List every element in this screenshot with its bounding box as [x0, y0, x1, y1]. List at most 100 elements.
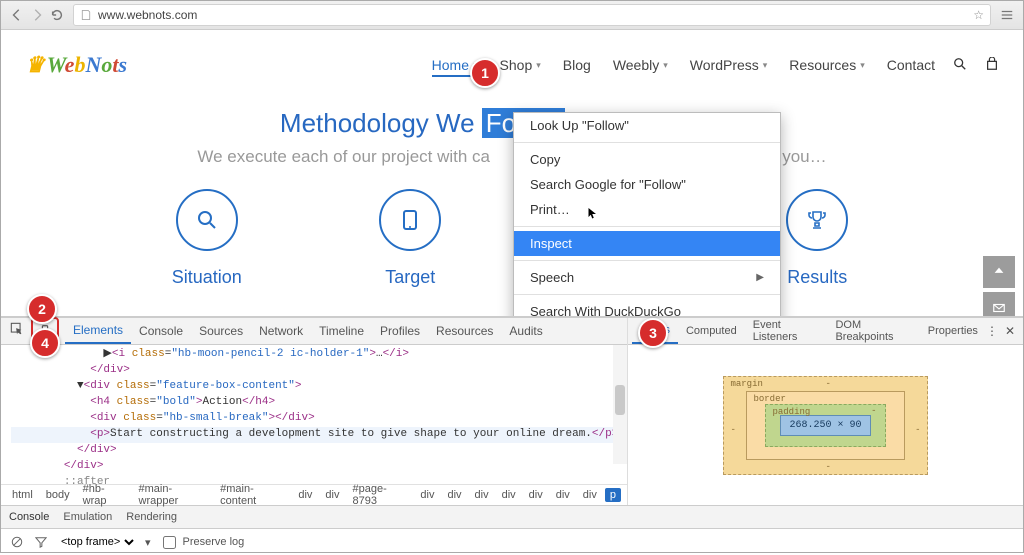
- nav-label: Home: [432, 57, 469, 73]
- crumb-item[interactable]: html: [7, 488, 38, 502]
- nav-item[interactable]: Resources▾: [789, 53, 864, 77]
- scrollbar[interactable]: [613, 345, 627, 464]
- context-menu-item[interactable]: Print…: [514, 197, 780, 222]
- forward-icon[interactable]: [27, 4, 47, 26]
- annotation-badge-4: 4: [30, 328, 60, 358]
- devtools-tab[interactable]: Network: [251, 318, 311, 344]
- context-menu-item[interactable]: Speech▶: [514, 265, 780, 290]
- crumb-item[interactable]: div: [551, 488, 575, 502]
- address-bar[interactable]: www.webnots.com ☆: [73, 4, 991, 26]
- styles-tab[interactable]: Properties: [920, 318, 986, 344]
- dom-node[interactable]: <p>Start constructing a development site…: [11, 427, 627, 443]
- feature-label: Target: [309, 267, 513, 288]
- devtools-tab[interactable]: Profiles: [372, 318, 428, 344]
- nav-item[interactable]: Weebly▾: [613, 53, 668, 77]
- search-icon: [176, 189, 238, 251]
- drawer-tab[interactable]: Emulation: [63, 511, 112, 523]
- bag-icon[interactable]: [985, 57, 999, 74]
- dom-node[interactable]: ▶<i class="hb-moon-pencil-2 ic-holder-1"…: [11, 347, 627, 363]
- preserve-log-checkbox[interactable]: Preserve log: [159, 533, 245, 552]
- feature-box[interactable]: Situation: [105, 189, 309, 288]
- nav-label: Weebly: [613, 57, 659, 73]
- crumb-item[interactable]: div: [470, 488, 494, 502]
- devtools-tab[interactable]: Timeline: [311, 318, 372, 344]
- devtools-tab[interactable]: Console: [131, 318, 191, 344]
- dom-node[interactable]: <div class="hb-small-break"></div>: [11, 411, 627, 427]
- breadcrumb[interactable]: htmlbody#hb-wrap#main-wrapper#main-conte…: [1, 484, 627, 505]
- context-menu-item[interactable]: Inspect: [514, 231, 780, 256]
- annotation-badge-2: 2: [27, 294, 57, 324]
- crumb-item[interactable]: #page-8793: [347, 482, 412, 508]
- context-menu-item[interactable]: Copy: [514, 147, 780, 172]
- crumb-item[interactable]: div: [524, 488, 548, 502]
- crumb-item[interactable]: div: [578, 488, 602, 502]
- browser-toolbar: www.webnots.com ☆: [1, 1, 1023, 30]
- devtools-tab[interactable]: Resources: [428, 318, 501, 344]
- crumb-item[interactable]: div: [320, 488, 344, 502]
- devtools-tab[interactable]: Sources: [191, 318, 251, 344]
- mail-button[interactable]: [983, 292, 1015, 317]
- hero-section: Methodology We Follow in Our Projects We…: [25, 108, 999, 167]
- dom-node[interactable]: </div>: [11, 459, 627, 475]
- inspect-icon[interactable]: [5, 317, 29, 341]
- crumb-item[interactable]: div: [415, 488, 439, 502]
- drawer-tab[interactable]: Rendering: [126, 511, 177, 523]
- tablet-icon: [379, 189, 441, 251]
- crumb-item[interactable]: body: [41, 488, 75, 502]
- filter-icon[interactable]: [33, 534, 49, 550]
- nav-item[interactable]: Contact: [887, 53, 935, 77]
- clear-console-icon[interactable]: [9, 534, 25, 550]
- star-icon[interactable]: ☆: [973, 8, 984, 22]
- chevron-down-icon: ▾: [536, 60, 541, 71]
- crumb-item[interactable]: #main-content: [215, 482, 290, 508]
- dom-tree[interactable]: ▶<i class="hb-moon-pencil-2 ic-holder-1"…: [1, 345, 627, 484]
- nav-item[interactable]: Blog: [563, 53, 591, 77]
- crumb-item[interactable]: div: [293, 488, 317, 502]
- devtools-tab[interactable]: Elements: [65, 318, 131, 344]
- dom-node[interactable]: <h4 class="bold">Action</h4>: [11, 395, 627, 411]
- dom-node[interactable]: </div>: [11, 443, 627, 459]
- cursor-icon: [587, 208, 599, 224]
- drawer-tab[interactable]: Console: [9, 511, 49, 523]
- devtools-tab[interactable]: Audits: [501, 318, 550, 344]
- crumb-item[interactable]: p: [605, 488, 621, 502]
- crumb-item[interactable]: div: [442, 488, 466, 502]
- styles-tab[interactable]: Event Listeners: [745, 318, 828, 344]
- chevron-down-icon: ▾: [763, 60, 768, 71]
- search-icon[interactable]: [953, 57, 967, 74]
- context-menu-item[interactable]: Search With DuckDuckGo: [514, 299, 780, 317]
- crumb-item[interactable]: #hb-wrap: [78, 482, 131, 508]
- url-text: www.webnots.com: [98, 8, 197, 22]
- menu-icon[interactable]: [997, 4, 1017, 26]
- site-logo[interactable]: ♛ WebNots: [25, 52, 127, 78]
- crown-icon: ♛: [25, 52, 45, 78]
- kebab-icon[interactable]: ⋮: [986, 324, 999, 338]
- chevron-right-icon: ▶: [756, 272, 764, 283]
- chevron-down-icon: ▾: [860, 60, 865, 71]
- close-devtools-icon[interactable]: ✕: [1005, 324, 1015, 338]
- reload-icon[interactable]: [47, 4, 67, 26]
- crumb-item[interactable]: div: [497, 488, 521, 502]
- crumb-item[interactable]: #main-wrapper: [134, 482, 213, 508]
- feature-box[interactable]: Target: [309, 189, 513, 288]
- nav-label: WordPress: [690, 57, 759, 73]
- frame-select[interactable]: <top frame>: [57, 535, 137, 549]
- nav-item[interactable]: Shop▾: [500, 53, 541, 77]
- styles-tab[interactable]: Computed: [678, 318, 745, 344]
- context-menu-item[interactable]: Search Google for "Follow": [514, 172, 780, 197]
- context-menu[interactable]: Look Up "Follow" CopySearch Google for "F…: [513, 112, 781, 317]
- styles-tab[interactable]: DOM Breakpoints: [827, 318, 919, 344]
- dom-node[interactable]: ▼<div class="feature-box-content">: [11, 379, 627, 395]
- annotation-badge-1: 1: [470, 58, 500, 88]
- feature-row: SituationTargetActiResults: [105, 189, 919, 288]
- dom-node[interactable]: ::after: [11, 475, 627, 485]
- back-icon[interactable]: [7, 4, 27, 26]
- feature-label: Situation: [105, 267, 309, 288]
- context-menu-item[interactable]: Look Up "Follow": [514, 113, 780, 138]
- nav-label: Contact: [887, 57, 935, 73]
- nav-item[interactable]: WordPress ▾: [690, 53, 768, 77]
- dom-node[interactable]: </div>: [11, 363, 627, 379]
- box-model: margin - - - - border padding- 268.250 ×…: [723, 376, 927, 475]
- scroll-top-button[interactable]: [983, 256, 1015, 288]
- console-tabs: Console Emulation Rendering: [1, 505, 1023, 528]
